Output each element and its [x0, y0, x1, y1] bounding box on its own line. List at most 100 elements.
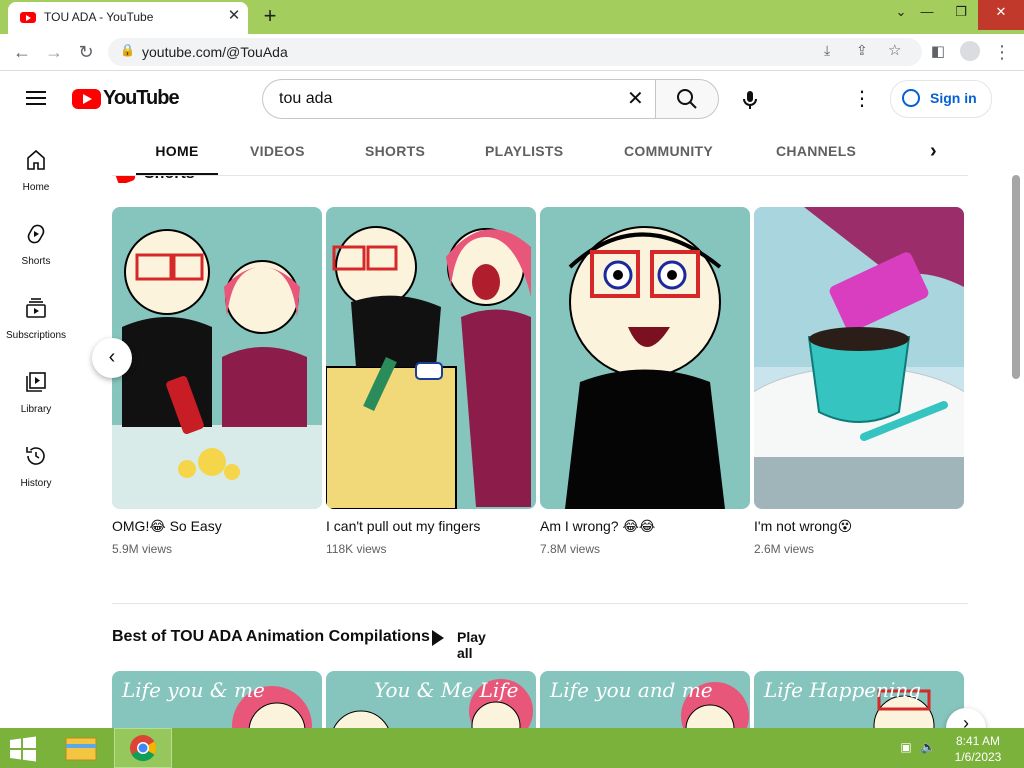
home-icon: [27, 149, 45, 170]
tab-title: TOU ADA - YouTube: [44, 10, 154, 24]
account-circle-icon: [902, 89, 920, 107]
short-thumbnail-art: [112, 229, 322, 509]
short-views: 118K views: [326, 542, 387, 556]
clock-time: 8:41 AM: [955, 734, 1001, 748]
sidebar-item-subscriptions[interactable]: Subscriptions: [0, 296, 72, 366]
taskbar-clock[interactable]: 8:41 AM 1/6/2023: [936, 733, 1020, 765]
page-scrollbar-thumb[interactable]: [1012, 175, 1020, 379]
tab-videos[interactable]: VIDEOS: [250, 127, 305, 175]
side-panel-icon[interactable]: ◧: [926, 40, 950, 64]
tab-playlists[interactable]: PLAYLISTS: [485, 127, 563, 175]
tab-home[interactable]: HOME: [136, 127, 218, 175]
shelf-divider: [112, 603, 968, 604]
profile-avatar-icon[interactable]: [960, 41, 980, 61]
url-text[interactable]: youtube.com/@TouAda: [142, 44, 288, 60]
bookmark-star-icon[interactable]: ☆: [888, 41, 901, 59]
search-input-value[interactable]: tou ada: [279, 90, 332, 108]
browser-toolbar: ← → ↻ 🔒 youtube.com/@TouAda ⤓ ⇪ ☆ ◧ ⋮: [0, 34, 1024, 71]
tabs-scroll-right-chevron-icon[interactable]: ›: [930, 127, 937, 175]
short-thumbnail[interactable]: [754, 207, 964, 509]
shelf-previous-chevron-icon[interactable]: ‹: [92, 338, 132, 378]
sidebar-item-label: Home: [22, 182, 50, 193]
windows-start-icon[interactable]: [8, 736, 38, 762]
lock-icon[interactable]: 🔒: [120, 43, 135, 57]
file-explorer-icon[interactable]: [58, 730, 104, 766]
short-thumbnail-art: [565, 226, 725, 509]
network-icon[interactable]: ▣: [898, 740, 914, 756]
playlist-video-thumbnail[interactable]: Life you and me: [540, 671, 750, 731]
playlist-shelf-title[interactable]: Best of TOU ADA Animation Compilations: [112, 628, 430, 646]
sidebar-item-label: Shorts: [21, 256, 51, 267]
tab-channels[interactable]: CHANNELS: [776, 127, 856, 175]
playlist-video-thumbnail[interactable]: Life you & me: [112, 671, 322, 731]
microphone-icon: [743, 91, 757, 109]
sidebar-item-label: Library: [20, 404, 52, 415]
short-title[interactable]: Am I wrong? 😂😂: [540, 518, 750, 535]
share-icon[interactable]: ⇪: [856, 42, 868, 59]
browser-tab-strip: TOU ADA - YouTube ✕ + ⌄ — ❐ ✕: [0, 0, 1024, 34]
sidebar-item-home[interactable]: Home: [0, 148, 72, 218]
short-title[interactable]: I'm not wrong😵: [754, 518, 964, 535]
short-title[interactable]: OMG!😂 So Easy: [112, 518, 322, 535]
close-tab-icon[interactable]: ✕: [224, 6, 244, 26]
playlist-video-thumbnail[interactable]: Life Happening: [754, 671, 964, 731]
sign-in-button[interactable]: Sign in: [890, 80, 992, 118]
sidebar-item-label: History: [20, 478, 52, 489]
chrome-icon: [130, 735, 157, 762]
browser-tab[interactable]: TOU ADA - YouTube ✕: [8, 2, 248, 34]
sign-in-label: Sign in: [930, 90, 977, 106]
play-all-label: Play all: [457, 629, 486, 661]
volume-icon[interactable]: 🔈: [920, 740, 936, 756]
minimize-button[interactable]: —: [910, 0, 944, 30]
sidebar-item-label: Subscriptions: [5, 330, 67, 341]
chrome-menu-icon[interactable]: ⋮: [990, 40, 1014, 64]
youtube-masthead: YouTube tou ada ✕ ⋮ Sign in: [0, 71, 1024, 127]
short-thumbnail[interactable]: [540, 207, 750, 509]
search-icon: [677, 89, 697, 109]
shorts-icon: [27, 224, 45, 244]
sidebar-item-shorts[interactable]: Shorts: [0, 222, 72, 292]
voice-search-button[interactable]: [732, 81, 768, 117]
address-bar[interactable]: 🔒 youtube.com/@TouAda ⤓ ⇪ ☆: [108, 38, 922, 66]
short-thumbnail-art: [326, 226, 531, 509]
subscriptions-icon: [26, 298, 46, 318]
install-icon[interactable]: ⤓: [824, 42, 830, 59]
short-views: 5.9M views: [112, 542, 173, 556]
hamburger-menu-icon[interactable]: [24, 87, 48, 111]
short-thumbnail-art: [754, 207, 964, 509]
short-views: 2.6M views: [754, 542, 815, 556]
clock-date: 1/6/2023: [954, 750, 1002, 764]
youtube-wordmark: YouTube: [103, 87, 180, 109]
forward-arrow-icon[interactable]: →: [42, 40, 66, 64]
youtube-play-logo-icon: [72, 89, 101, 109]
library-icon: [26, 372, 46, 392]
settings-kebab-icon[interactable]: ⋮: [850, 87, 874, 111]
search-button[interactable]: [655, 79, 719, 119]
tab-shorts[interactable]: SHORTS: [365, 127, 425, 175]
play-icon: [432, 630, 444, 646]
channel-tabs: HOME VIDEOS SHORTS PLAYLISTS COMMUNITY C…: [112, 127, 968, 176]
chrome-taskbar-button[interactable]: [114, 728, 172, 768]
back-arrow-icon[interactable]: ←: [10, 40, 34, 64]
thumbnail-caption: You & Me Life: [374, 678, 519, 702]
clear-search-icon[interactable]: ✕: [627, 86, 644, 111]
playlist-video-thumbnail[interactable]: You & Me Life: [326, 671, 536, 731]
sidebar-item-history[interactable]: History: [0, 444, 72, 514]
reload-icon[interactable]: ↻: [74, 40, 98, 64]
search-input[interactable]: tou ada ✕: [262, 79, 655, 119]
thumbnail-caption: Life you & me: [122, 678, 265, 702]
short-thumbnail[interactable]: [326, 207, 536, 509]
tab-community[interactable]: COMMUNITY: [624, 127, 713, 175]
window-close-button[interactable]: ✕: [978, 0, 1024, 30]
thumbnail-caption: Life you and me: [550, 678, 713, 702]
short-thumbnail[interactable]: [112, 207, 322, 509]
short-views: 7.8M views: [540, 542, 601, 556]
restore-button[interactable]: ❐: [944, 0, 978, 30]
shorts-shelf-header: Shorts: [112, 175, 312, 183]
shorts-shelf-title: Shorts: [144, 175, 195, 183]
thumbnail-caption: Life Happening: [764, 678, 922, 702]
sidebar-item-library[interactable]: Library: [0, 370, 72, 440]
history-icon: [26, 447, 45, 465]
new-tab-button[interactable]: +: [258, 5, 282, 29]
short-title[interactable]: I can't pull out my fingers: [326, 518, 536, 534]
